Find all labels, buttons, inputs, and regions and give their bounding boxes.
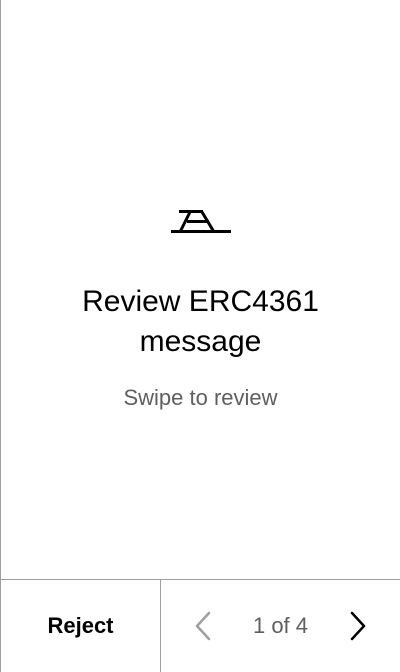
review-content[interactable]: Review ERC4361 message Swipe to review [1, 0, 400, 580]
title-line-2: message [139, 325, 262, 358]
swipe-hint: Swipe to review [123, 385, 278, 410]
trezor-logo-icon [171, 208, 231, 236]
title-line-1: Review ERC4361 [82, 285, 319, 318]
action-bar: Reject 1 of 4 [1, 579, 400, 672]
page-title: Review ERC4361 message [21, 282, 380, 362]
page-indicator: 1 of 4 [252, 613, 309, 638]
reject-button[interactable]: Reject [1, 580, 161, 672]
next-page-button[interactable] [344, 608, 372, 644]
pager: 1 of 4 [161, 580, 400, 672]
review-screen: Review ERC4361 message Swipe to review R… [0, 0, 400, 672]
chevron-left-icon [195, 611, 211, 641]
chevron-right-icon [350, 611, 366, 641]
prev-page-button[interactable] [189, 608, 217, 644]
